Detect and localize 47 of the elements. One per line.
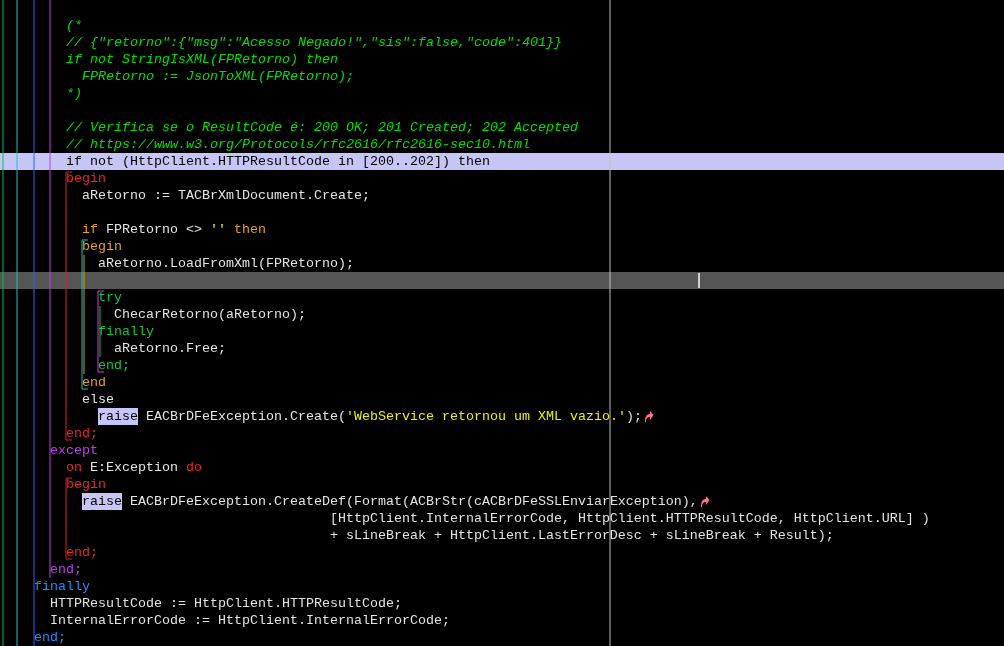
code-comment: // https://www.w3.org/Protocols/rfc2616/rfc2616-sec10.html: [66, 136, 530, 153]
code-keyword: if: [82, 221, 98, 238]
code-editor[interactable]: [0, 0, 1004, 646]
code-string: '': [209, 221, 226, 238]
code-comment: *): [66, 85, 82, 102]
code-keyword: finally: [98, 323, 154, 340]
code-keyword: finally: [34, 578, 90, 595]
matched-word: raise: [82, 493, 122, 510]
code-text: aRetorno.Free;: [114, 340, 226, 357]
code-keyword: on: [66, 459, 82, 476]
code-keyword: end;: [34, 629, 66, 646]
code-text: );: [625, 408, 642, 425]
code-text: EACBrDFeException.Create(: [146, 408, 346, 425]
code-text: aRetorno := TACBrXmlDocument.Create;: [82, 187, 370, 204]
code-comment: if not StringIsXML(FPRetorno) then: [66, 51, 338, 68]
code-text: [HttpClient.InternalErrorCode, HttpClient.HTTPResultCode, HttpClient.URL] ): [329, 510, 930, 527]
code-text: ChecarRetorno(aRetorno);: [114, 306, 306, 323]
code-keyword: do: [186, 459, 202, 476]
code-keyword: end;: [50, 561, 82, 578]
code-text: InternalErrorCode := HttpClient.InternalErrorCode;: [50, 612, 450, 629]
code-text: E:Exception: [90, 459, 179, 476]
matched-word: raise: [98, 408, 138, 425]
code-text: else: [82, 391, 114, 408]
code-keyword: try: [98, 289, 122, 306]
code-keyword: end;: [66, 425, 98, 442]
code-comment: (*: [66, 17, 82, 34]
code-comment: FPRetorno := JsonToXML(FPRetorno);: [82, 68, 354, 85]
code-text: aRetorno.LoadFromXml(FPRetorno);: [98, 255, 354, 272]
code-text: + sLineBreak + HttpClient.LastErrorDesc + sLineBreak + Result);: [329, 527, 834, 544]
code-text: EACBrDFeException.CreateDef(Format(ACBrStr(cACBrDFeSSLEnviarException),: [130, 493, 698, 510]
code-comment: // {"retorno":{"msg":"Acesso Negado!","sis":false,"code":401}}: [66, 34, 562, 51]
text-caret: [697, 273, 700, 288]
line-break-arrow-icon: [643, 410, 654, 423]
code-comment: // Verifica se o ResultCode é: 200 OK; 201 Created; 202 Accepted: [66, 119, 578, 136]
code-keyword: begin: [66, 476, 106, 493]
code-text: FPRetorno <>: [106, 221, 203, 238]
code-keyword: begin: [66, 170, 106, 187]
code-string: 'WebService retornou um XML vazio.': [345, 408, 626, 425]
line-break-arrow-icon: [699, 495, 710, 508]
code-keyword: begin: [82, 238, 122, 255]
code-keyword: end;: [98, 357, 130, 374]
code-text: if not (HttpClient.HTTPResultCode in [200..202]) then: [66, 153, 490, 170]
code-keyword: then: [233, 221, 266, 238]
code-keyword: end: [82, 374, 106, 391]
code-keyword: end;: [66, 544, 98, 561]
code-keyword: except: [50, 442, 98, 459]
code-text: HTTPResultCode := HttpClient.HTTPResultCode;: [50, 595, 402, 612]
